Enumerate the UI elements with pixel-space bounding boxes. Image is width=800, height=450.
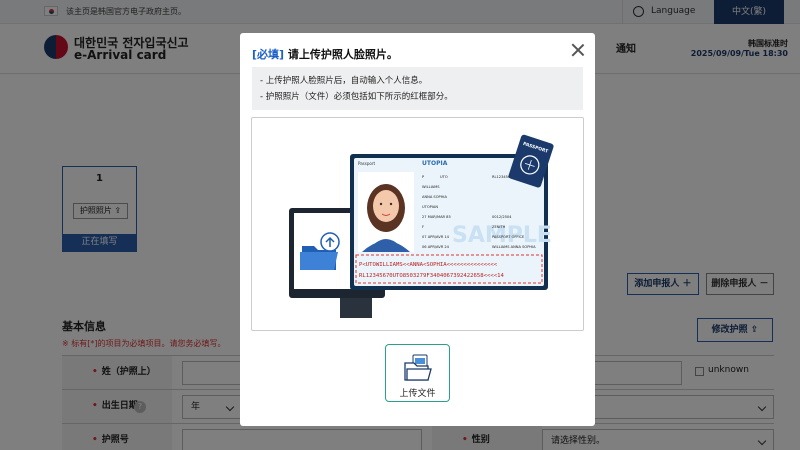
passport-nationality: UTOPIAN xyxy=(422,205,438,209)
passport-personal-no: 0012/2504 xyxy=(492,215,512,219)
passport-sex: F xyxy=(422,225,424,229)
upload-guide-box: - 上传护照人脸照片后，自动输入个人信息。 - 护照照片（文件）必须包括如下所示… xyxy=(252,67,583,110)
passport-code: UTO xyxy=(440,175,448,179)
required-tag: [必填] xyxy=(252,48,285,61)
close-icon[interactable] xyxy=(571,43,585,57)
passport-surname: WILLIAMS xyxy=(422,185,440,189)
mrz-line-2: RL12345670UTO8503279F3404067392422658<<<… xyxy=(359,273,504,279)
passport-expiry-date: 06 APR/AVR 24 xyxy=(422,245,450,249)
passport-upload-modal: [必填] 请上传护照人脸照片。 - 上传护照人脸照片后，自动输入个人信息。 - … xyxy=(240,33,595,426)
upload-file-button[interactable]: 上传文件 xyxy=(385,344,450,402)
passport-illustration: Passport UTOPIA SAMPLE P UTO RL1234567 W… xyxy=(251,117,584,331)
passport-authority: PASSPORT OFFICE xyxy=(492,235,525,239)
passport-country: UTOPIA xyxy=(422,160,448,167)
passport-issue-date: 07 APR/AVR 14 xyxy=(422,235,450,239)
modal-title: [必填] 请上传护照人脸照片。 xyxy=(252,46,398,62)
guide-line: - 护照照片（文件）必须包括如下所示的红框部分。 xyxy=(260,92,453,102)
passport-signature: WILLIAMS ANNA SOPHIA xyxy=(492,245,536,249)
passport-birth-date: 27 MAR/MAR 85 xyxy=(422,215,451,219)
passport-birth-place: ZENITH xyxy=(492,225,506,229)
passport-header-left: Passport xyxy=(358,161,375,166)
modal-title-text: 请上传护照人脸照片。 xyxy=(287,48,398,61)
file-upload-icon xyxy=(404,354,432,381)
upload-file-label: 上传文件 xyxy=(399,389,436,399)
passport-given-names: ANNA SOPHIA xyxy=(422,195,447,199)
passport-upload-illustration: Passport UTOPIA SAMPLE P UTO RL1234567 W… xyxy=(289,134,554,318)
guide-line: - 上传护照人脸照片后，自动输入个人信息。 xyxy=(260,76,428,86)
mrz-line-1: P<UTOWILLIAMS<<ANNA<SOPHIA<<<<<<<<<<<<<<… xyxy=(359,262,498,268)
